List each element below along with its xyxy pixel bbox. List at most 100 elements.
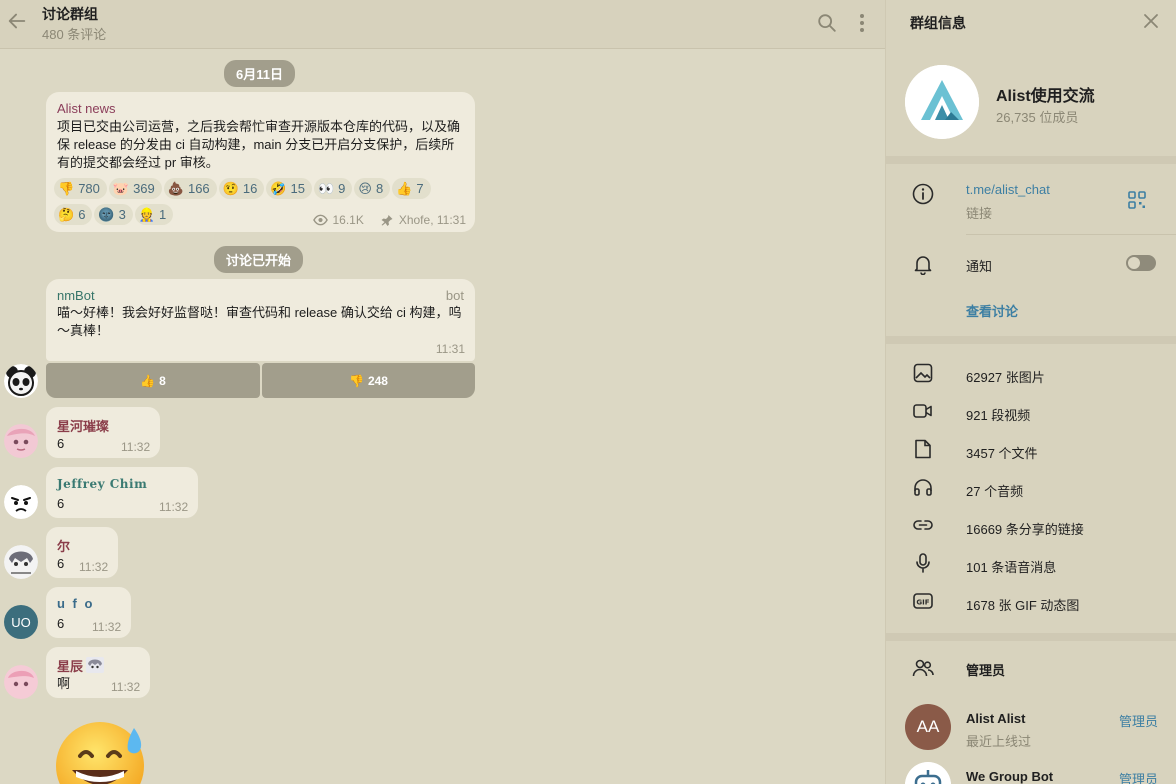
reaction-emoji: 😢 [358,180,372,196]
panel-title: 群组信息 [910,15,966,31]
bot-sender[interactable]: nmBot [57,288,95,303]
reaction-emoji: 🤔 [58,206,75,222]
group-info-panel: 群组信息 Alist使用交流 26,735 位成员 t.me/alist_cha… [885,0,1176,784]
media-row-links[interactable]: 16669 条分享的链接 [886,514,1176,538]
thumbs-up-vote-button[interactable]: 👍 8 [46,363,260,398]
media-row-voice[interactable]: 101 条语音消息 [886,552,1176,576]
message-time: 11:32 [111,680,141,694]
reaction-chip[interactable]: 👍 7 [392,178,431,199]
message-text: 6 [57,496,65,511]
headphones-icon [914,479,932,496]
reaction-chip[interactable]: 💩 166 [163,178,217,199]
reaction-emoji: 👷 [138,206,156,222]
bot-message[interactable]: nmBot bot 喵～好棒！我会好好监督哒！审查代码和 release 确认交… [46,279,475,361]
vote-count: 8 [159,373,166,388]
view-discussion-link[interactable]: 查看讨论 [966,301,1018,320]
chat-pane: 讨论群组 480 条评论 6月11日 Alist news 项目已交由公司运营，… [0,0,885,784]
qr-code-icon[interactable] [1128,191,1146,209]
channel-post[interactable]: Alist news 项目已交由公司运营，之后我会帮忙审查开源版本仓库的代码，以… [46,92,475,232]
message-sender[interactable]: Jeffrey Chim [57,477,147,491]
reaction-chip[interactable]: 😢 8 [354,178,391,199]
vote-count: 248 [367,373,388,388]
admins-section: 管理员 AA Alist Alist 最近上线过 管理员 We Group Bo… [886,641,1176,784]
reaction-chip[interactable]: 🌚 3 [94,204,133,225]
admin-role: 管理员 [1119,714,1159,729]
reaction-chip[interactable]: 🤔 6 [54,204,93,225]
avatar[interactable] [4,485,38,519]
media-label: 921 段视频 [966,408,1031,423]
robot-icon [905,762,951,784]
reaction-emoji: 🐷 [112,180,130,196]
admin-name: Alist Alist [966,711,1026,726]
avatar[interactable] [4,424,38,458]
avatar[interactable] [4,545,38,579]
media-label: 16669 条分享的链接 [966,522,1084,537]
admins-title: 管理员 [966,663,1006,678]
admin-row[interactable]: AA Alist Alist 最近上线过 管理员 [886,701,1176,751]
admin-role: 管理员 [1119,772,1159,784]
avatar[interactable] [4,364,38,398]
message-sender[interactable]: 星河璀璨 [57,416,109,435]
section-divider [886,336,1176,344]
reaction-chip[interactable]: 👀 9 [313,178,353,199]
avatar[interactable] [4,665,38,699]
reaction-emoji: 👍 [396,180,413,196]
search-icon[interactable] [816,12,838,34]
bot-text: 喵～好棒！我会好好监督哒！审查代码和 release 确认交给 ci 构建，呜～… [57,305,462,338]
media-row-files[interactable]: 3457 个文件 [886,438,1176,462]
back-arrow-icon[interactable] [6,10,28,32]
message-bubble[interactable]: Jeffrey Chim 6 11:32 [46,467,198,518]
reaction-count: 166 [187,181,210,196]
reaction-chip[interactable]: 👎 780 [54,178,107,199]
message-sender[interactable]: u f o [57,596,94,611]
more-vertical-icon[interactable] [852,12,872,34]
reaction-chip[interactable]: 🐷 369 [108,178,162,199]
message-time: 11:32 [121,440,151,454]
message-bubble[interactable]: 尔 6 11:32 [46,527,118,578]
alist-logo-icon [905,65,979,139]
message-sender[interactable]: 星辰 [57,656,105,675]
thumbs-down-vote-button[interactable]: 👎 248 [262,363,475,398]
media-row-audio[interactable]: 27 个音频 [886,476,1176,500]
reaction-emoji: 👀 [317,180,335,196]
admin-row[interactable]: We Group Bot 管理员 [886,759,1176,784]
reaction-chip[interactable]: 🤨 16 [218,178,265,199]
message-text: 6 [57,436,65,451]
message-bubble[interactable]: 星辰 啊 11:32 [46,647,150,698]
image-icon [913,363,933,383]
sender-name: 星辰 [57,659,84,674]
post-sender[interactable]: Alist news [57,101,116,116]
reaction-emoji: 🌚 [98,206,115,222]
post-text: 项目已交由公司运营，之后我会帮忙审查开源版本仓库的代码，以及确保 release… [57,119,461,170]
thumbs-down-icon: 👎 [349,373,364,388]
reaction-chip[interactable]: 🤣 15 [266,178,312,199]
reaction-count: 780 [78,181,100,196]
reaction-count: 7 [416,181,424,196]
pin-icon [381,215,393,226]
link-label: 链接 [966,206,993,221]
gif-icon: GIF [913,593,933,609]
group-avatar[interactable] [905,65,979,139]
media-row-gifs[interactable]: GIF 1678 张 GIF 动态图 [886,590,1176,614]
video-icon [913,404,932,418]
bot-avatar [905,762,951,784]
reaction-count: 9 [338,181,346,196]
group-link[interactable]: t.me/alist_chat [966,182,1050,197]
media-row-videos[interactable]: 921 段视频 [886,400,1176,424]
users-icon [912,659,934,677]
message-sender[interactable]: 尔 [57,536,70,555]
notification-toggle[interactable] [1126,255,1156,271]
group-name: Alist使用交流 [996,88,1095,105]
section-divider [886,156,1176,164]
reaction-chip[interactable]: 👷 1 [134,204,174,225]
sticker[interactable] [56,716,148,784]
svg-text:GIF: GIF [916,599,929,607]
close-icon[interactable] [1142,12,1160,30]
reaction-emoji: 🤣 [270,180,287,196]
media-row-images[interactable]: 62927 张图片 [886,362,1176,386]
message-bubble[interactable]: 星河璀璨 6 11:32 [46,407,160,458]
message-text: 6 [57,616,65,631]
message-bubble[interactable]: u f o 6 11:32 [46,587,131,638]
avatar[interactable]: UO [4,605,38,639]
admin-name: We Group Bot [966,769,1054,784]
